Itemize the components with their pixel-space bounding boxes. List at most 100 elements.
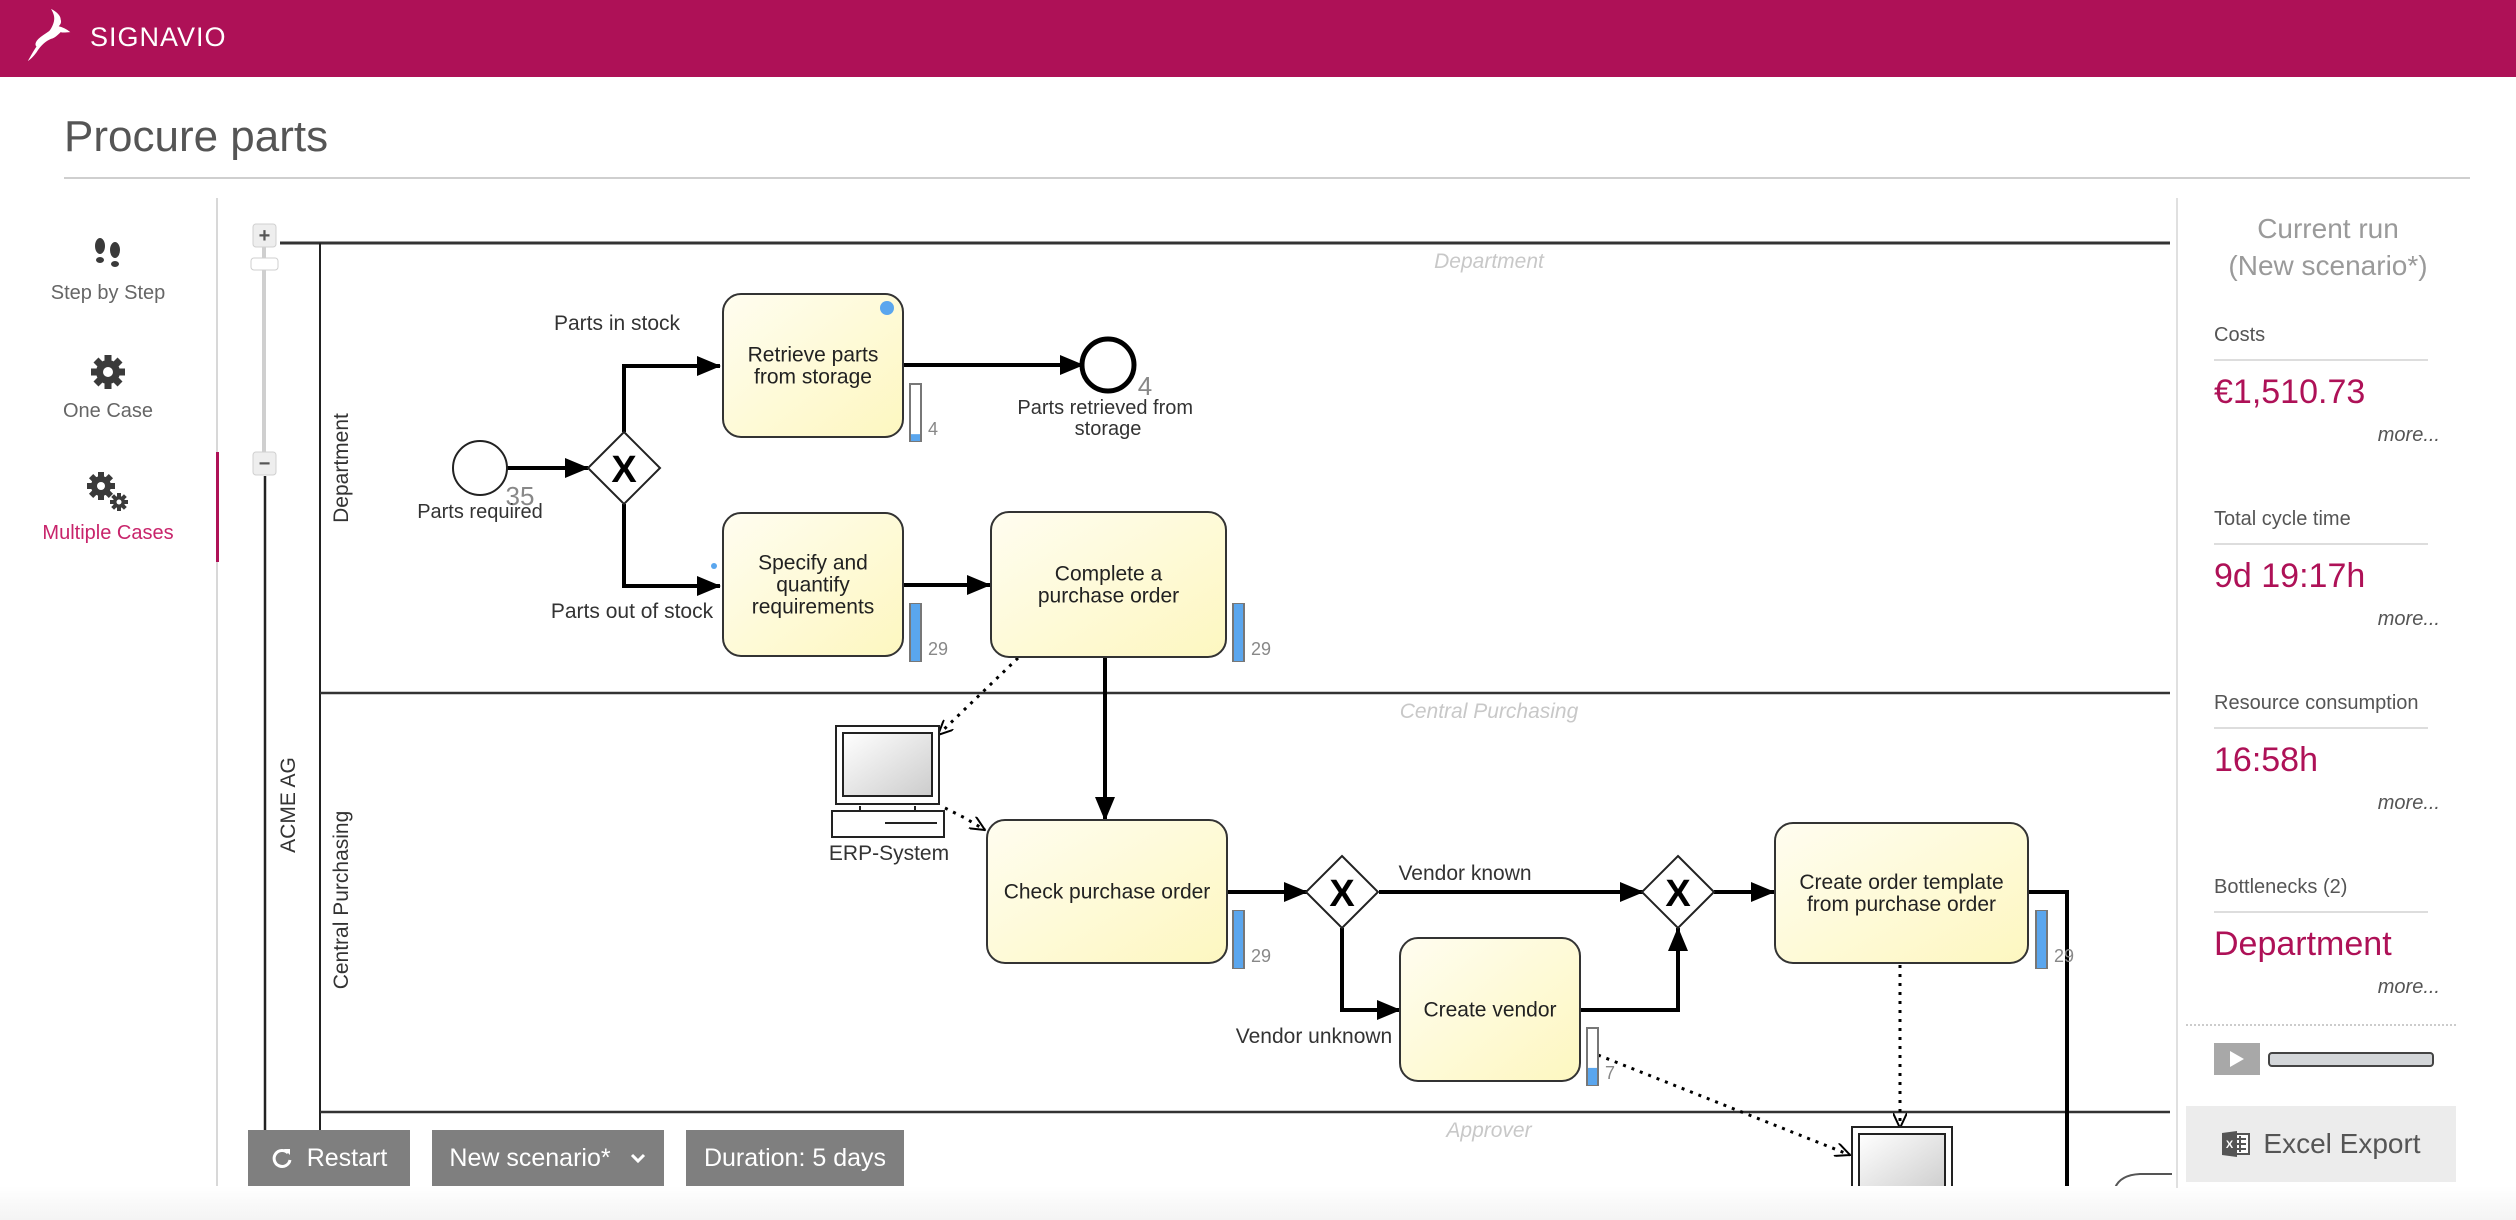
task-label: Create order template from purchase order (1799, 871, 2003, 916)
sidebar-item-multiple-cases[interactable]: Multiple Cases (0, 470, 216, 545)
task-count: 29 (1251, 639, 1271, 659)
restart-label: Restart (306, 1143, 388, 1172)
task-count: 29 (2054, 946, 2074, 966)
duration-button[interactable]: Duration: 5 days (686, 1130, 904, 1186)
erp-system[interactable]: ERP-System (829, 725, 949, 865)
process-diagram[interactable]: + − ACME AG Department Central Purchasin… (220, 198, 2178, 1188)
data-object-label: ERP-System (829, 842, 949, 865)
gear-icon (91, 355, 125, 389)
signavio-logo[interactable]: SIGNAVIO (22, 6, 227, 64)
exclusive-gateway-icon: X (1665, 873, 1691, 915)
load-bar-fill (911, 604, 920, 661)
zoom-in-icon: + (259, 225, 271, 247)
more-link[interactable]: more... (2214, 976, 2440, 999)
task-count: 7 (1605, 1063, 1615, 1083)
mode-sidebar: Step by Step One Case Multiple Cases (0, 198, 218, 1188)
lane-label-department: Department (330, 413, 353, 523)
sidebar-item-label: One Case (62, 400, 154, 422)
task-t3[interactable]: Complete a purchase order 29 (990, 511, 1271, 662)
flow-label-vendor-unknown: Vendor unknown (1236, 1025, 1392, 1048)
zoom-slider-handle[interactable] (250, 257, 279, 271)
more-link[interactable]: more... (2214, 608, 2440, 631)
metric-label: Bottlenecks (2) (2214, 876, 2428, 913)
gateway-vendor-join[interactable]: X (1640, 854, 1716, 930)
computer-icon (831, 725, 945, 838)
run-title: Current run (New scenario*) (2178, 210, 2478, 284)
load-bar (909, 383, 922, 442)
task-label: Create vendor (1423, 999, 1556, 1022)
exclusive-gateway-icon: X (611, 449, 637, 491)
excel-export-label: Excel Export (2263, 1128, 2421, 1159)
token-indicator (880, 301, 894, 315)
task-t6[interactable]: Create order template from purchase order… (1774, 822, 2074, 969)
sidebar-item-label: Step by Step (50, 282, 166, 304)
pool-acme: ACME AG Department Central Purchasing De… (263, 241, 2170, 1188)
restart-button[interactable]: Restart (248, 1130, 410, 1186)
load-bar-fill (911, 434, 920, 441)
chevron-down-icon (630, 1153, 645, 1164)
metric-costs: Costs €1,510.73 more... (2214, 324, 2440, 447)
gateway-parts[interactable]: X (586, 430, 662, 506)
metric-value: €1,510.73 (2214, 373, 2366, 411)
lane-header-department: Department (1434, 250, 1545, 273)
gears-icon (87, 472, 128, 511)
excel-export-button[interactable]: X Excel Export (2186, 1106, 2456, 1182)
title-divider (64, 177, 2470, 179)
metric-label: Costs (2214, 324, 2428, 361)
results-panel: Current run (New scenario*) Costs €1,510… (2178, 198, 2516, 1188)
play-button[interactable] (2214, 1043, 2260, 1075)
metric-bottlenecks: Bottlenecks (2) Department more... (2214, 876, 2440, 999)
top-bar: SIGNAVIO (0, 0, 2516, 77)
bottom-fade (0, 1186, 2516, 1220)
sequence-flows (507, 355, 2069, 1188)
metric-cycle-time: Total cycle time 9d 19:17h more... (2214, 508, 2440, 631)
scenario-label: New scenario* (449, 1143, 611, 1172)
run-title-line1: Current run (2257, 213, 2399, 244)
token-indicator (711, 563, 717, 569)
zoom-controls: + − (250, 223, 279, 476)
load-bar-fill (1234, 911, 1243, 968)
metric-value[interactable]: Department (2214, 925, 2428, 964)
dotted-separator (2186, 1024, 2456, 1026)
metric-label: Resource consumption (2214, 692, 2428, 729)
start-event[interactable]: 35 Parts required (417, 440, 543, 523)
flow-label-out-of-stock: Parts out of stock (551, 600, 714, 623)
flow-label-vendor-known: Vendor known (1398, 862, 1531, 885)
event-label: Parts required (417, 501, 543, 523)
lane-label-central-purchasing: Central Purchasing (330, 811, 353, 990)
run-title-line2: (New scenario*) (2228, 250, 2428, 281)
task-count: 4 (928, 419, 938, 439)
approver-data-object[interactable] (1851, 1126, 1953, 1188)
load-bar-fill (2037, 911, 2046, 968)
footsteps-icon (95, 238, 120, 267)
play-icon (2230, 1051, 2244, 1067)
task-label: Check purchase order (1004, 881, 1211, 904)
load-bar-fill (1234, 604, 1243, 661)
task-label: Complete a purchase order (1038, 563, 1179, 608)
load-bar-fill (1588, 1067, 1597, 1085)
task-label: Retrieve parts from storage (748, 344, 879, 389)
end-event[interactable]: 4 Parts retrieved from storage (1017, 336, 1198, 440)
event-label: Parts retrieved from storage (1017, 397, 1198, 440)
lane-header-central-purchasing: Central Purchasing (1400, 700, 1579, 723)
more-link[interactable]: more... (2214, 792, 2440, 815)
task-t1[interactable]: Retrieve parts from storage 4 (722, 293, 938, 442)
gazelle-logo-icon (27, 8, 71, 62)
more-link[interactable]: more... (2214, 424, 2440, 447)
exclusive-gateway-icon: X (1329, 873, 1355, 915)
svg-text:X: X (2226, 1139, 2234, 1151)
sidebar-item-label: Multiple Cases (42, 522, 174, 544)
task-count: 29 (928, 639, 948, 659)
playback-progress-bar[interactable] (2268, 1052, 2434, 1067)
refresh-icon (272, 1148, 292, 1168)
sidebar-item-one-case[interactable]: One Case (0, 352, 216, 423)
lane-header-approver: Approver (1444, 1119, 1532, 1142)
sidebar-item-step-by-step[interactable]: Step by Step (0, 234, 216, 305)
duration-label: Duration: 5 days (703, 1143, 887, 1172)
metric-resource-consumption: Resource consumption 16:58h more... (2214, 692, 2440, 815)
gateway-vendor-split[interactable]: X (1304, 854, 1380, 930)
task-count: 29 (1251, 946, 1271, 966)
metric-label: Total cycle time (2214, 508, 2428, 545)
metric-value: 9d 19:17h (2214, 557, 2366, 595)
scenario-dropdown[interactable]: New scenario* (432, 1130, 664, 1186)
